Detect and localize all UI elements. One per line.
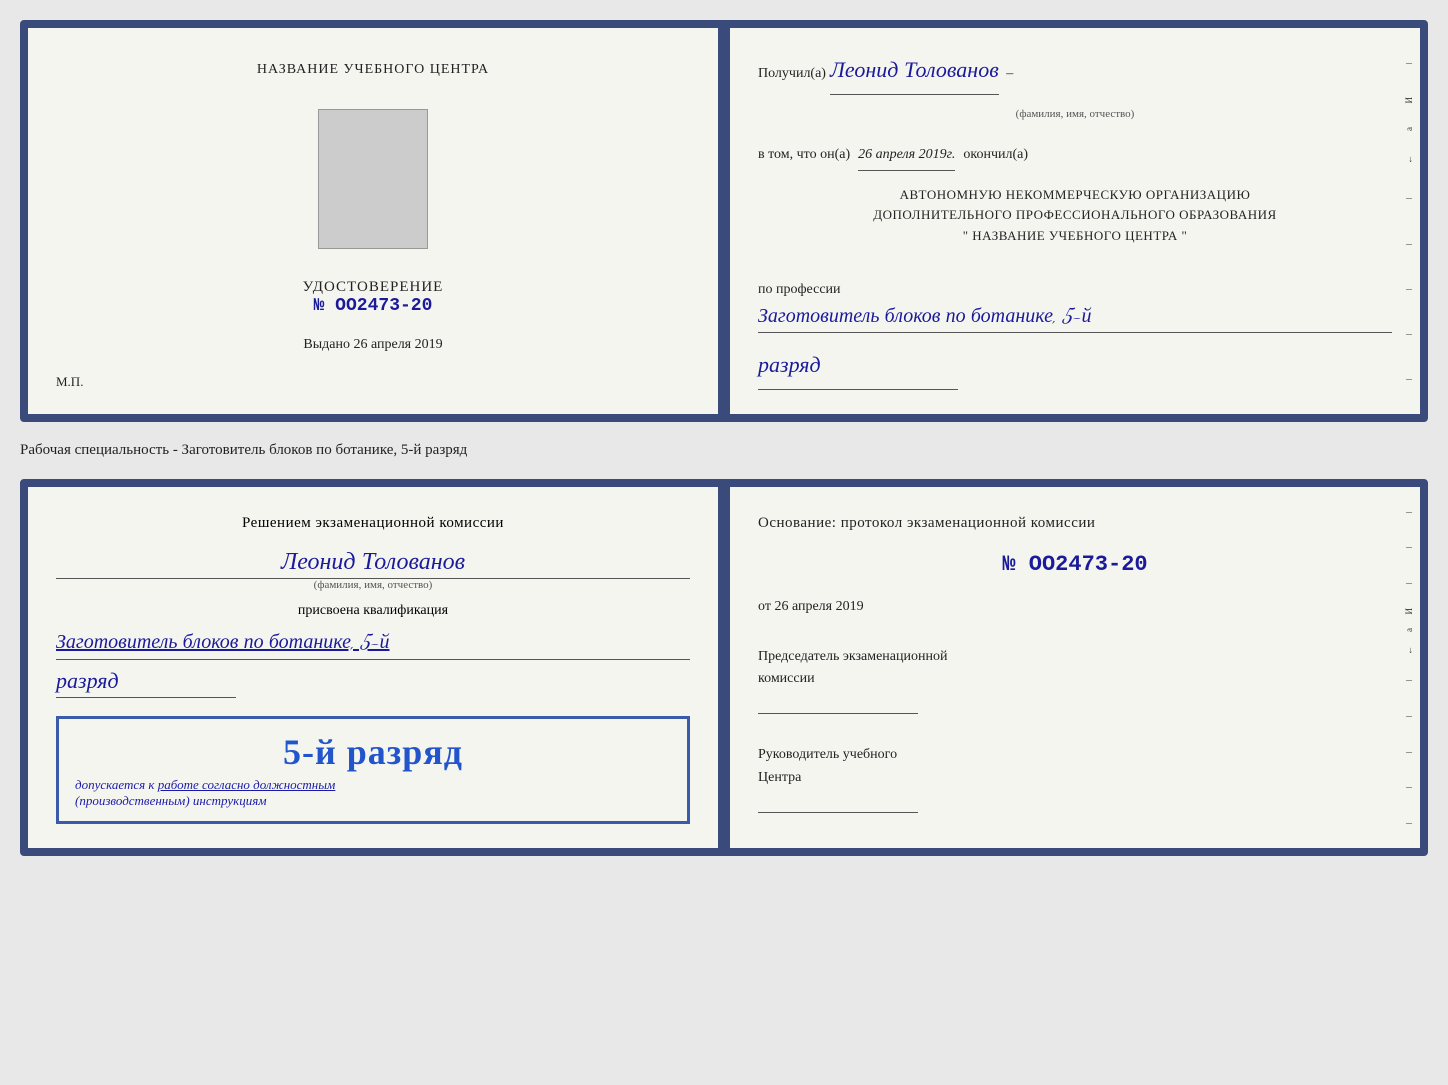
issued-line: Выдано 26 апреля 2019 xyxy=(303,337,442,353)
bedge-dash-3: – xyxy=(1406,572,1412,594)
edge-dash-4: – xyxy=(1406,278,1412,300)
org-line2: ДОПОЛНИТЕЛЬНОГО ПРОФЕССИОНАЛЬНОГО ОБРАЗО… xyxy=(758,205,1392,226)
right-edge-labels-bottom: – – – И а ← – – – – – xyxy=(1400,487,1418,848)
doc-divider-bottom xyxy=(718,487,730,848)
issued-date: 26 апреля 2019 xyxy=(353,337,442,352)
edge-dash-6: – xyxy=(1406,368,1412,390)
profession-label: по профессии xyxy=(758,277,1392,302)
chairman-block: Председатель экзаменационной комиссии xyxy=(758,646,1392,719)
specialty-label: Рабочая специальность - Заготовитель бло… xyxy=(20,438,1428,463)
certified-block: в том, что он(а) 26 апреля 2019г. окончи… xyxy=(758,142,1392,170)
fio-label-bottom: (фамилия, имя, отчество) xyxy=(56,579,690,591)
qual-label: присвоена квалификация xyxy=(56,603,690,619)
protocol-date-line: от 26 апреля 2019 xyxy=(758,594,1392,619)
person-name-block: Леонид Толованов (фамилия, имя, отчество… xyxy=(56,547,690,591)
edge-dash-5: – xyxy=(1406,323,1412,345)
right-edge-labels: – И а ← – – – – – xyxy=(1400,28,1418,414)
fio-label-top: (фамилия, имя, отчество) xyxy=(758,105,1392,125)
commission-decision: Решением экзаменационной комиссии xyxy=(56,511,690,535)
bedge-dash-4: – xyxy=(1406,669,1412,691)
top-document: НАЗВАНИЕ УЧЕБНОГО ЦЕНТРА УДОСТОВЕРЕНИЕ №… xyxy=(20,20,1428,422)
stamp-text1: допускается к xyxy=(75,777,155,792)
recipient-line: Получил(а) Леонид Толованов – xyxy=(758,52,1392,95)
edge-dash-3: – xyxy=(1406,233,1412,255)
person-name-bottom: Леонид Толованов xyxy=(56,547,690,579)
razryad-value-top: разряд xyxy=(758,347,958,390)
chairman-label2: комиссии xyxy=(758,668,1392,690)
edge-label-i: И xyxy=(1401,97,1417,104)
bedge-dash-6: – xyxy=(1406,741,1412,763)
bedge-label-arrow: ← xyxy=(1401,646,1417,655)
edge-dash-2: – xyxy=(1406,187,1412,209)
bedge-label-i: И xyxy=(1401,608,1417,615)
recipient-prefix: Получил(а) xyxy=(758,61,826,86)
protocol-label: Основание: протокол экзаменационной коми… xyxy=(758,511,1392,535)
dash-separator: – xyxy=(1003,61,1014,86)
qualification-value: Заготовитель блоков по ботанике, 5-й xyxy=(56,627,690,660)
mp-label: М.П. xyxy=(56,374,83,390)
bedge-dash-5: – xyxy=(1406,705,1412,727)
head-label1: Руководитель учебного xyxy=(758,744,1392,766)
head-sign-line xyxy=(758,793,918,813)
protocol-date-prefix: от xyxy=(758,599,771,614)
protocol-number: № OO2473-20 xyxy=(758,545,1392,585)
profession-block: по профессии Заготовитель блоков по бота… xyxy=(758,269,1392,333)
top-doc-left: НАЗВАНИЕ УЧЕБНОГО ЦЕНТРА УДОСТОВЕРЕНИЕ №… xyxy=(28,28,718,414)
razryad-bottom: разряд xyxy=(56,668,236,698)
cert-title: УДОСТОВЕРЕНИЕ xyxy=(303,279,444,296)
top-doc-right: Получил(а) Леонид Толованов – (фамилия, … xyxy=(730,28,1420,414)
certified-text: в том, что он(а) xyxy=(758,142,850,167)
school-name-top: НАЗВАНИЕ УЧЕБНОГО ЦЕНТРА xyxy=(257,62,489,78)
profession-value: Заготовитель блоков по ботанике, 5-й xyxy=(758,302,1392,333)
head-label2: Центра xyxy=(758,767,1392,789)
issued-label: Выдано xyxy=(303,337,350,352)
certified-date: 26 апреля 2019г. xyxy=(858,142,955,170)
org-line1: АВТОНОМНУЮ НЕКОММЕРЧЕСКУЮ ОРГАНИЗАЦИЮ xyxy=(758,185,1392,206)
bedge-dash-7: – xyxy=(1406,776,1412,798)
stamp-box: 5-й разряд допускается к работе согласно… xyxy=(56,716,690,824)
bedge-dash-8: – xyxy=(1406,812,1412,834)
bedge-label-a: а xyxy=(1401,628,1417,632)
cert-number: № OO2473-20 xyxy=(303,296,444,316)
head-block: Руководитель учебного Центра xyxy=(758,744,1392,817)
bedge-dash-2: – xyxy=(1406,536,1412,558)
stamp-text3: (производственным) инструкциям xyxy=(75,793,267,808)
stamp-grade: 5-й разряд xyxy=(75,731,671,773)
stamp-text2: работе согласно должностным xyxy=(158,777,336,792)
edge-label-a: а xyxy=(1401,127,1417,131)
org-line3: " НАЗВАНИЕ УЧЕБНОГО ЦЕНТРА " xyxy=(758,226,1392,247)
razryad-block-top: разряд xyxy=(758,347,1392,390)
page-wrapper: НАЗВАНИЕ УЧЕБНОГО ЦЕНТРА УДОСТОВЕРЕНИЕ №… xyxy=(20,20,1428,856)
bedge-dash-1: – xyxy=(1406,501,1412,523)
bottom-doc-right: Основание: протокол экзаменационной коми… xyxy=(730,487,1420,848)
qualification-value-block: Заготовитель блоков по ботанике, 5-й xyxy=(56,627,690,660)
org-block: АВТОНОМНУЮ НЕКОММЕРЧЕСКУЮ ОРГАНИЗАЦИЮ ДО… xyxy=(758,185,1392,247)
edge-label-arrow: ← xyxy=(1401,155,1417,164)
edge-dash-1: – xyxy=(1406,52,1412,74)
chairman-sign-line xyxy=(758,694,918,714)
doc-divider-top xyxy=(718,28,730,414)
bottom-document: Решением экзаменационной комиссии Леонид… xyxy=(20,479,1428,856)
protocol-date: 26 апреля 2019 xyxy=(774,599,863,614)
cert-title-block: УДОСТОВЕРЕНИЕ № OO2473-20 xyxy=(303,279,444,316)
razryad-bottom-block: разряд xyxy=(56,668,690,698)
bottom-doc-left: Решением экзаменационной комиссии Леонид… xyxy=(28,487,718,848)
recipient-name: Леонид Толованов xyxy=(830,52,999,95)
completed-label: окончил(а) xyxy=(963,142,1028,167)
stamp-text: допускается к работе согласно должностны… xyxy=(75,777,671,809)
chairman-label1: Председатель экзаменационной xyxy=(758,646,1392,668)
photo-placeholder xyxy=(318,109,428,249)
